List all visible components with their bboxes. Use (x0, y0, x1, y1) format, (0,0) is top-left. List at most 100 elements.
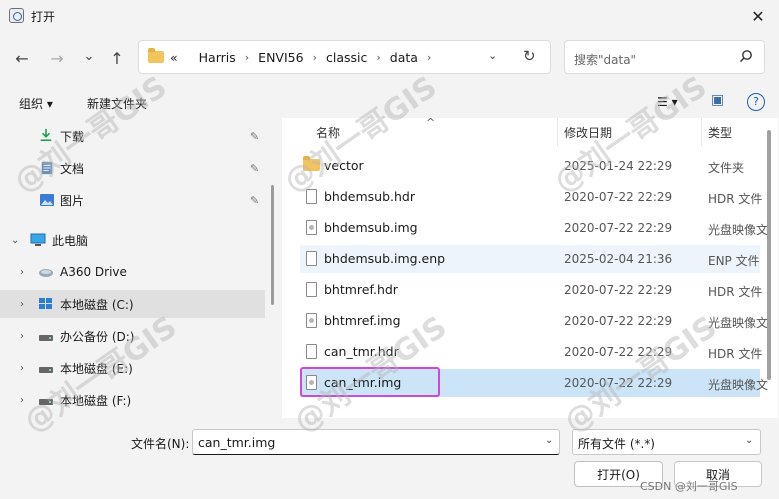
search-input[interactable]: 搜索"data" (574, 51, 636, 68)
file-date: 2020-07-22 22:29 (564, 314, 673, 328)
breadcrumb-overflow[interactable]: « (170, 50, 178, 65)
sidebar-item-pictures[interactable]: 图片 ✎ (0, 186, 265, 214)
file-row[interactable]: bhdemsub.img.enp 2025-02-04 21:36 ENP 文件 (300, 245, 760, 273)
file-type: HDR 文件 (708, 347, 763, 361)
chevron-right-icon[interactable]: › (20, 395, 32, 406)
chevron-right-icon[interactable]: › (245, 51, 249, 64)
close-button[interactable]: ✕ (738, 0, 778, 32)
search-box[interactable]: 搜索"data" (564, 40, 765, 74)
file-date: 2020-07-22 22:29 (564, 376, 673, 390)
download-icon (40, 128, 52, 142)
address-dropdown-icon[interactable]: ⌄ (488, 49, 497, 62)
sidebar-item-downloads[interactable]: 下载 ✎ (0, 122, 265, 150)
sidebar-item-label: 文档 (60, 161, 85, 176)
folder-icon (303, 156, 320, 171)
chevron-down-icon[interactable]: ⌄ (545, 435, 553, 446)
breadcrumb-data[interactable]: data (390, 50, 418, 65)
new-folder-button[interactable]: 新建文件夹 (87, 95, 147, 112)
file-date: 2020-07-22 22:29 (564, 345, 673, 359)
file-list-scrollbar[interactable] (767, 130, 771, 380)
preview-pane-button[interactable]: ▣ (711, 92, 724, 108)
file-icon (306, 189, 317, 204)
column-header-date[interactable]: 修改日期 (564, 124, 612, 141)
picture-icon (40, 194, 54, 206)
disk-drive-icon (39, 335, 53, 341)
forward-button[interactable]: → (46, 47, 68, 69)
file-type: 光盘映像文 (708, 378, 769, 392)
filename-field[interactable]: can_tmr.img ⌄ (192, 429, 560, 455)
sidebar-item-documents[interactable]: 文档 ✎ (0, 154, 265, 182)
sidebar-item-drive-e[interactable]: › 本地磁盘 (E:) (0, 354, 265, 382)
chevron-right-icon[interactable]: › (20, 363, 32, 374)
disk-drive-icon (39, 367, 53, 373)
sidebar-item-label: 办公备份 (D:) (60, 329, 135, 344)
column-header-type[interactable]: 类型 (708, 124, 732, 141)
file-type: 光盘映像文 (708, 223, 769, 237)
window-title: 打开 (31, 10, 56, 24)
navigation-pane: 下载 ✎ 文档 ✎ 图片 ✎ ⌄ 此电脑 › A360 Drive › 本地磁盘… (0, 118, 278, 418)
arrow-right-icon: → (50, 48, 64, 68)
chevron-right-icon[interactable]: › (313, 51, 317, 64)
recent-locations-button[interactable]: ⌄ (78, 45, 100, 67)
file-row[interactable]: bhdemsub.img 2020-07-22 22:29 光盘映像文 (300, 214, 768, 242)
filename-label: 文件名(N): (131, 437, 190, 451)
refresh-icon[interactable]: ↻ (523, 47, 536, 65)
file-row[interactable]: bhtmref.hdr 2020-07-22 22:29 HDR 文件 (300, 276, 762, 304)
sidebar-item-a360[interactable]: › A360 Drive (0, 258, 265, 286)
sidebar-item-this-pc[interactable]: ⌄ 此电脑 (0, 226, 265, 254)
back-button[interactable]: ← (11, 47, 33, 69)
file-name: bhdemsub.img (324, 220, 418, 235)
disc-image-icon (306, 220, 317, 235)
toolbar: 组织 ▾ 新建文件夹 ☰ ▾ ▣ ? (0, 88, 779, 116)
view-options-button[interactable]: ☰ ▾ (657, 95, 678, 109)
sidebar-item-drive-c[interactable]: › 本地磁盘 (C:) (0, 290, 265, 318)
breadcrumb: « Harris › ENVI56 › classic › data › (170, 50, 440, 65)
breadcrumb-envi56[interactable]: ENVI56 (258, 50, 303, 65)
sidebar-item-label: 此电脑 (52, 233, 89, 248)
sidebar-item-drive-f[interactable]: › 本地磁盘 (F:) (0, 386, 265, 414)
windows-drive-icon (39, 298, 52, 309)
file-row[interactable]: bhdemsub.hdr 2020-07-22 22:29 HDR 文件 (300, 183, 762, 211)
organize-button[interactable]: 组织 ▾ (19, 95, 53, 112)
chevron-right-icon[interactable]: › (427, 51, 431, 64)
file-row[interactable]: vector 2025-01-24 22:29 文件夹 (300, 152, 760, 180)
pin-icon[interactable]: ✎ (250, 194, 259, 207)
folder-icon (148, 48, 164, 63)
document-icon (41, 161, 53, 175)
filename-input[interactable]: can_tmr.img (198, 435, 275, 450)
file-date: 2025-01-24 22:29 (564, 159, 673, 173)
search-icon[interactable] (739, 49, 753, 63)
breadcrumb-classic[interactable]: classic (326, 50, 367, 65)
chevron-right-icon[interactable]: › (20, 331, 32, 342)
arrow-left-icon: ← (15, 48, 29, 68)
chevron-down-icon[interactable]: ⌄ (745, 435, 753, 446)
pin-icon[interactable]: ✎ (250, 162, 259, 175)
chevron-right-icon[interactable]: › (20, 299, 32, 310)
chevron-right-icon[interactable]: › (20, 267, 32, 278)
file-row[interactable]: bhtmref.img 2020-07-22 22:29 光盘映像文 (300, 307, 768, 335)
breadcrumb-harris[interactable]: Harris (199, 50, 236, 65)
column-divider[interactable] (701, 118, 702, 146)
file-type: 光盘映像文 (708, 316, 769, 330)
chevron-down-icon[interactable]: ⌄ (11, 235, 23, 246)
csdn-watermark: CSDN @刘一哥GIS (640, 480, 738, 493)
filetype-select[interactable]: 所有文件 (*.*) ⌄ (572, 429, 761, 455)
pin-icon[interactable]: ✎ (250, 130, 259, 143)
arrow-up-icon: ↑ (110, 48, 124, 68)
file-row[interactable]: can_tmr.hdr 2020-07-22 22:29 HDR 文件 (300, 338, 763, 366)
up-button[interactable]: ↑ (106, 47, 128, 69)
sidebar-item-label: 本地磁盘 (F:) (60, 393, 132, 408)
file-name: vector (324, 158, 364, 173)
sidebar-scrollbar[interactable] (271, 185, 274, 305)
column-divider[interactable] (557, 118, 558, 146)
column-header-name[interactable]: 名称 (316, 124, 340, 141)
file-date: 2020-07-22 22:29 (564, 221, 673, 235)
file-icon (306, 282, 317, 297)
sidebar-item-drive-d[interactable]: › 办公备份 (D:) (0, 322, 265, 350)
sidebar-item-label: A360 Drive (60, 265, 127, 279)
address-bar[interactable]: « Harris › ENVI56 › classic › data › ⌄ ↻ (138, 40, 551, 74)
disk-drive-icon (39, 399, 53, 405)
help-button[interactable]: ? (747, 93, 765, 111)
selection-highlight-box (300, 367, 440, 397)
chevron-right-icon[interactable]: › (376, 51, 380, 64)
